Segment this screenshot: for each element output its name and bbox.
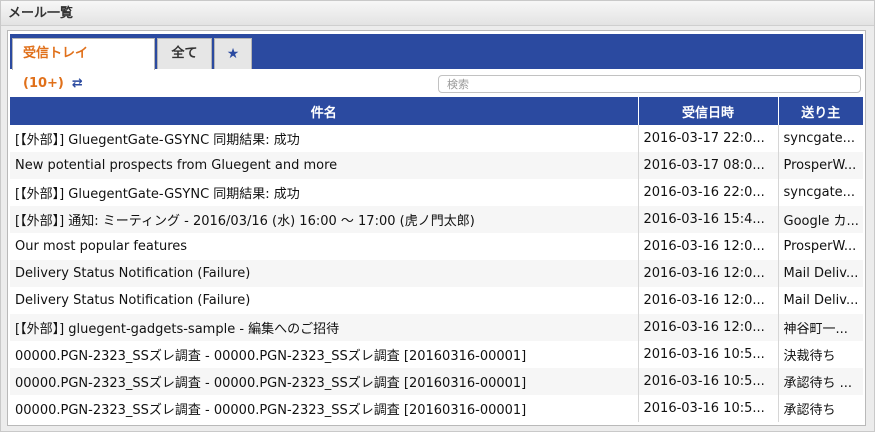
tab-all[interactable]: 全て	[157, 38, 212, 69]
cell-sender: 承認待ち	[783, 403, 836, 418]
cell-date: 2016-03-16 10:5...	[638, 395, 779, 422]
table-row[interactable]: 00000.PGN-2323_SSズレ調査 - 00000.PGN-2323_S…	[10, 368, 863, 395]
tab-all-label: 全て	[171, 46, 198, 61]
mail-rows: [【外部】] GluegentGate-GSYNC 同期結果: 成功 2016-0…	[10, 125, 863, 422]
sync-icon[interactable]: ⇄	[72, 76, 83, 91]
column-header-sender[interactable]: 送り主	[778, 97, 863, 125]
cell-sender: ProsperW...	[783, 158, 857, 173]
cell-date: 2016-03-16 12:0...	[638, 233, 779, 260]
mail-table: 件名 受信日時 送り主 [【外部】] GluegentGate-GSYNC 同期…	[10, 97, 863, 422]
table-row[interactable]: Our most popular features 2016-03-16 12:0…	[10, 233, 863, 260]
cell-sender: 承認待ち ...	[783, 376, 853, 391]
table-row[interactable]: [【外部】] 通知: ミーティング - 2016/03/16 (水) 16:00…	[10, 206, 863, 233]
cell-subject: [【外部】] GluegentGate-GSYNC 同期結果: 成功	[10, 179, 639, 206]
cell-date: 2016-03-17 22:0...	[638, 125, 779, 152]
column-header-date[interactable]: 受信日時	[638, 97, 779, 125]
column-header-subject[interactable]: 件名	[10, 97, 639, 125]
table-row[interactable]: [【外部】] GluegentGate-GSYNC 同期結果: 成功 2016-0…	[10, 179, 863, 206]
table-row[interactable]: Delivery Status Notification (Failure) 20…	[10, 287, 863, 314]
cell-subject: 00000.PGN-2323_SSズレ調査 - 00000.PGN-2323_S…	[10, 395, 639, 422]
cell-date: 2016-03-16 12:0...	[638, 287, 779, 314]
tab-bar: 受信トレイ(10+) ⇄ 全て ★	[10, 34, 863, 91]
table-row[interactable]: 00000.PGN-2323_SSズレ調査 - 00000.PGN-2323_S…	[10, 395, 863, 422]
cell-subject: [【外部】] 通知: ミーティング - 2016/03/16 (水) 16:00…	[10, 206, 639, 233]
cell-subject: [【外部】] GluegentGate-GSYNC 同期結果: 成功	[10, 125, 639, 152]
table-row[interactable]: [【外部】] GluegentGate-GSYNC 同期結果: 成功 2016-0…	[10, 125, 863, 152]
cell-date: 2016-03-16 12:0...	[638, 260, 779, 287]
cell-date: 2016-03-16 22:0...	[638, 179, 779, 206]
table-row[interactable]: [【外部】] gluegent-gadgets-sample - 編集へのご招待…	[10, 314, 863, 341]
search-input[interactable]	[438, 75, 861, 93]
mail-widget: 受信トレイ(10+)⇄ 全て ★ 件名 受信日時	[7, 30, 866, 426]
cell-subject: Delivery Status Notification (Failure)	[10, 287, 639, 314]
cell-date: 2016-03-16 15:4...	[638, 206, 779, 233]
table-row[interactable]: 00000.PGN-2323_SSズレ調査 - 00000.PGN-2323_S…	[10, 341, 863, 368]
cell-subject: 00000.PGN-2323_SSズレ調査 - 00000.PGN-2323_S…	[10, 368, 639, 395]
cell-subject: Delivery Status Notification (Failure)	[10, 260, 639, 287]
table-row[interactable]: New potential prospects from Gluegent an…	[10, 152, 863, 179]
cell-date: 2016-03-16 10:5...	[638, 368, 779, 395]
mail-table-wrap[interactable]: 件名 受信日時 送り主 [【外部】] GluegentGate-GSYNC 同期…	[10, 97, 863, 425]
cell-sender: ProsperW...	[783, 239, 857, 254]
cell-sender: 決裁待ち	[783, 349, 836, 364]
mail-list-panel: メール一覧 受信トレイ(10+) ⇄ 全て ★ 検索 件名 受信日時 送り主 […	[0, 0, 875, 432]
cell-sender: Mail Deliv...	[783, 293, 859, 308]
cell-sender: Google カ...	[783, 214, 859, 229]
star-icon: ★	[226, 46, 240, 62]
tab-inbox[interactable]: 受信トレイ(10+) ⇄	[12, 38, 155, 91]
tab-starred[interactable]: ★	[214, 38, 252, 69]
table-header-row: 件名 受信日時 送り主	[10, 97, 863, 125]
cell-sender: syncgate...	[783, 185, 856, 200]
cell-sender: 神谷町一...	[783, 322, 848, 337]
cell-date: 2016-03-16 12:0...	[638, 314, 779, 341]
cell-sender: syncgate...	[783, 131, 856, 146]
table-row[interactable]: Delivery Status Notification (Failure) 20…	[10, 260, 863, 287]
cell-subject: New potential prospects from Gluegent an…	[10, 152, 639, 179]
cell-date: 2016-03-17 08:0...	[638, 152, 779, 179]
cell-subject: Our most popular features	[10, 233, 639, 260]
cell-subject: 00000.PGN-2323_SSズレ調査 - 00000.PGN-2323_S…	[10, 341, 639, 368]
cell-subject: [【外部】] gluegent-gadgets-sample - 編集へのご招待	[10, 314, 639, 341]
panel-title: メール一覧	[1, 1, 874, 26]
cell-date: 2016-03-16 10:5...	[638, 341, 779, 368]
cell-sender: Mail Deliv...	[783, 266, 859, 281]
